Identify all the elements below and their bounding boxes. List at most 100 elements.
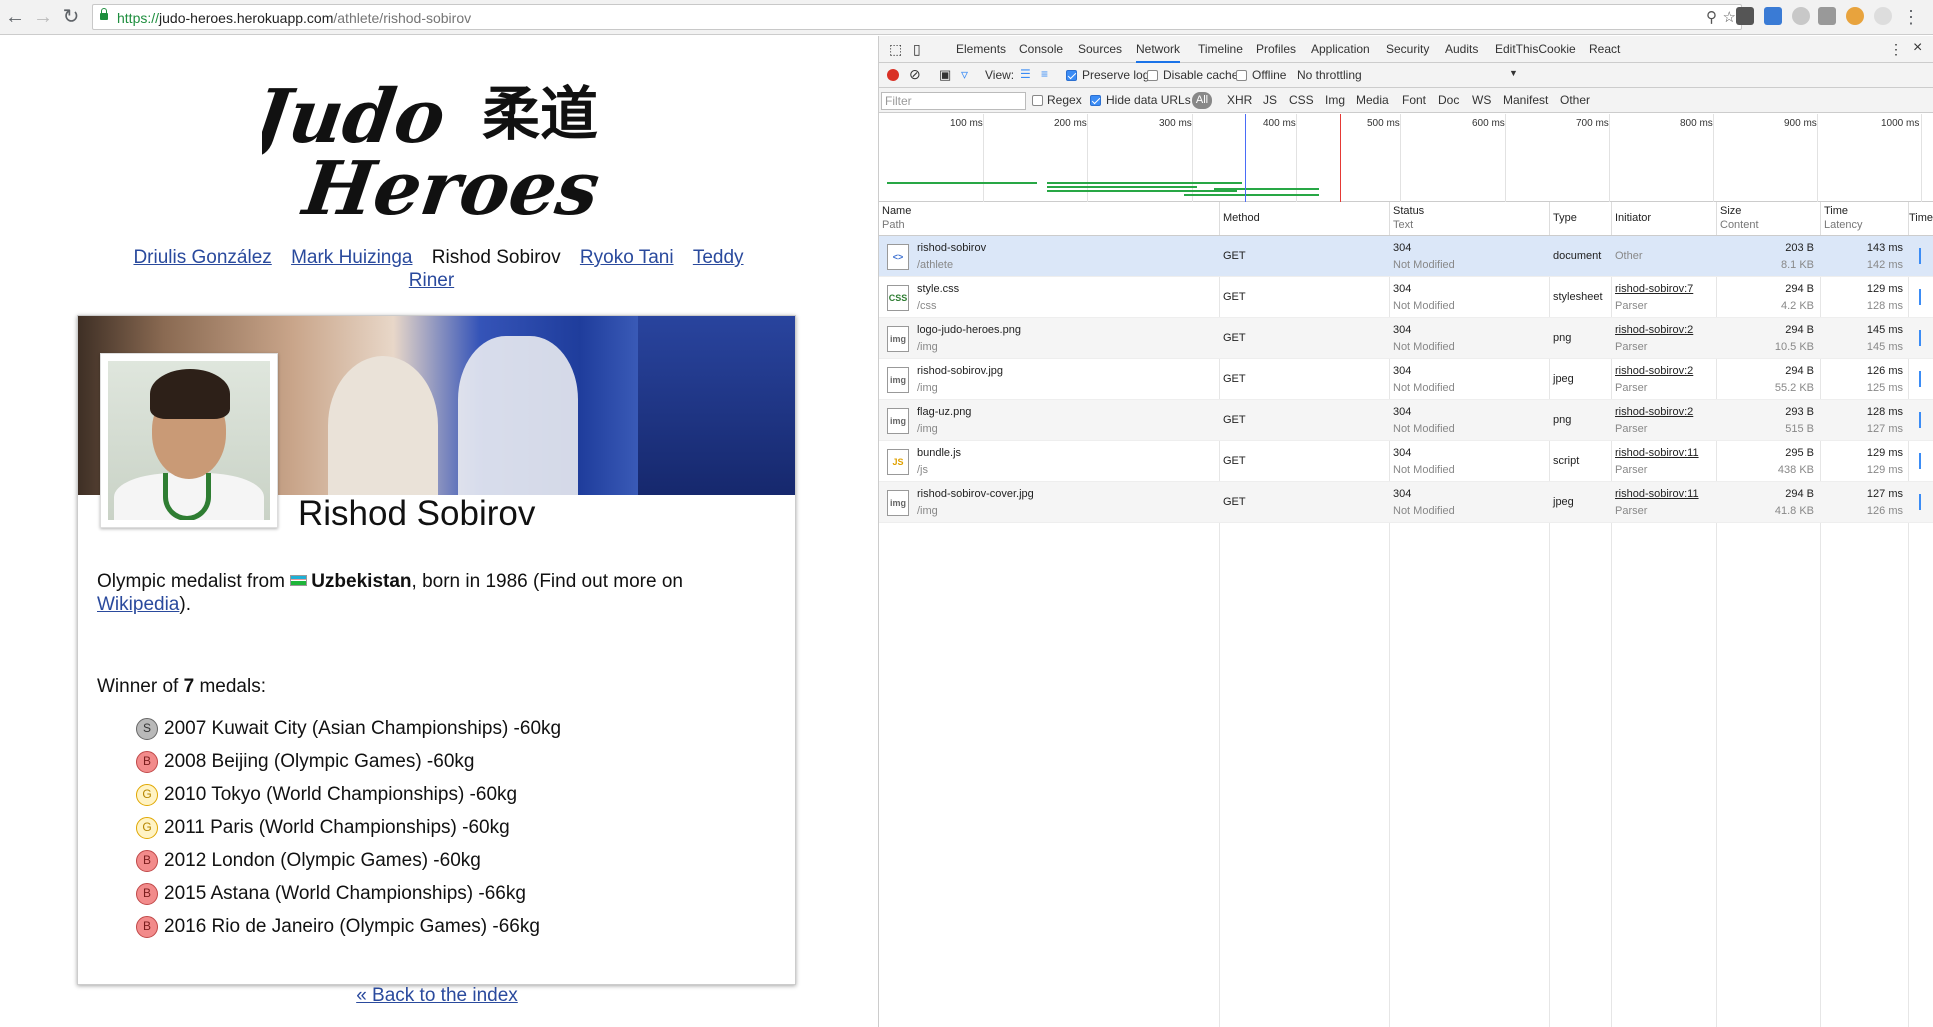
col-initiator[interactable]: Initiator bbox=[1615, 212, 1651, 224]
address-bar[interactable]: https://judo-heroes.herokuapp.com/athlet… bbox=[92, 4, 1742, 30]
regex-checkbox[interactable] bbox=[1032, 95, 1043, 106]
file-type-icon: <> bbox=[887, 244, 909, 270]
request-content-size: 8.1 KB bbox=[1780, 259, 1814, 271]
request-method: GET bbox=[1223, 373, 1246, 385]
tick-100ms: 100 ms bbox=[950, 118, 983, 129]
tab-editthiscookie[interactable]: EditThisCookie bbox=[1495, 42, 1576, 56]
preserve-log-checkbox[interactable] bbox=[1066, 70, 1077, 81]
settings-extension-icon[interactable] bbox=[1792, 7, 1810, 25]
medal-item: B 2016 Rio de Janeiro (Olympic Games) -66… bbox=[136, 910, 561, 943]
filter-xhr[interactable]: XHR bbox=[1227, 93, 1252, 107]
request-initiator: Other bbox=[1615, 250, 1643, 262]
request-row[interactable]: img flag-uz.png/img GET 304 Not Modified png r… bbox=[879, 400, 1933, 441]
nav-link-driulis-gonzalez[interactable]: Driulis González bbox=[133, 247, 271, 268]
tab-audits[interactable]: Audits bbox=[1445, 42, 1478, 56]
inspect-element-icon[interactable]: ⬚ bbox=[889, 41, 902, 58]
filter-img[interactable]: Img bbox=[1325, 93, 1345, 107]
col-status[interactable]: Status bbox=[1393, 205, 1424, 217]
waterfall-bar bbox=[1919, 371, 1921, 387]
tab-react[interactable]: React bbox=[1589, 42, 1620, 56]
devtools-menu-icon[interactable]: ⋮ bbox=[1889, 41, 1903, 58]
request-type: jpeg bbox=[1553, 496, 1574, 508]
tab-profiles[interactable]: Profiles bbox=[1256, 42, 1296, 56]
request-path: /athlete bbox=[917, 259, 954, 271]
col-time[interactable]: Time bbox=[1824, 205, 1848, 217]
nav-link-ryoko-tani[interactable]: Ryoko Tani bbox=[580, 247, 674, 268]
url-text[interactable]: https://judo-heroes.herokuapp.com/athlet… bbox=[117, 10, 471, 26]
clear-icon[interactable]: ⊘ bbox=[909, 66, 921, 83]
request-initiator-link[interactable]: rishod-sobirov:2 bbox=[1615, 365, 1693, 377]
back-to-index-link[interactable]: « Back to the index bbox=[356, 985, 518, 1006]
col-timeline[interactable]: Timel bbox=[1909, 212, 1933, 224]
request-status-text: Not Modified bbox=[1393, 259, 1455, 271]
back-arrow-icon[interactable]: ← bbox=[4, 6, 26, 28]
camera-icon[interactable]: ▣ bbox=[939, 67, 951, 83]
reload-icon[interactable]: ↻ bbox=[60, 6, 82, 28]
nav-link-mark-huizinga[interactable]: Mark Huizinga bbox=[291, 247, 412, 268]
filter-all[interactable]: All bbox=[1192, 92, 1212, 109]
judo-heroes-logo[interactable]: Judo 柔道 Heroes bbox=[262, 64, 612, 228]
filter-media[interactable]: Media bbox=[1356, 93, 1389, 107]
close-devtools-icon[interactable]: × bbox=[1913, 39, 1922, 57]
large-rows-icon[interactable]: ☰ bbox=[1020, 67, 1031, 81]
cookie-extension-icon[interactable] bbox=[1846, 7, 1864, 25]
col-size[interactable]: Size bbox=[1720, 205, 1741, 217]
hide-data-urls-checkbox[interactable] bbox=[1090, 95, 1101, 106]
offline-checkbox[interactable] bbox=[1236, 70, 1247, 81]
menu-dots-icon[interactable]: ⋮ bbox=[1900, 6, 1922, 28]
throttling-select[interactable]: No throttling bbox=[1297, 68, 1362, 82]
chevron-down-icon[interactable]: ▼ bbox=[1509, 68, 1518, 78]
request-row[interactable]: img logo-judo-heroes.png/img GET 304 Not Mod… bbox=[879, 318, 1933, 359]
request-row[interactable]: <> rishod-sobirov/athlete GET 304 Not Modifi… bbox=[879, 236, 1933, 277]
tab-console[interactable]: Console bbox=[1019, 42, 1063, 56]
filter-input[interactable]: Filter bbox=[881, 92, 1026, 110]
request-path: /css bbox=[917, 300, 937, 312]
filter-css[interactable]: CSS bbox=[1289, 93, 1314, 107]
record-icon[interactable] bbox=[887, 69, 899, 81]
filter-ws[interactable]: WS bbox=[1472, 93, 1491, 107]
wikipedia-link[interactable]: Wikipedia bbox=[97, 594, 179, 615]
request-row[interactable]: img rishod-sobirov-cover.jpg/img GET 304 Not… bbox=[879, 482, 1933, 523]
tab-elements[interactable]: Elements bbox=[956, 42, 1006, 56]
request-initiator-link[interactable]: rishod-sobirov:2 bbox=[1615, 324, 1693, 336]
extension-icon-2[interactable] bbox=[1818, 7, 1836, 25]
request-row[interactable]: img rishod-sobirov.jpg/img GET 304 Not Modif… bbox=[879, 359, 1933, 400]
offline-label: Offline bbox=[1252, 68, 1287, 82]
request-initiator-link[interactable]: rishod-sobirov:2 bbox=[1615, 406, 1693, 418]
request-row[interactable]: CSS style.css/css GET 304 Not Modified styles… bbox=[879, 277, 1933, 318]
col-type[interactable]: Type bbox=[1553, 212, 1577, 224]
request-initiator-link[interactable]: rishod-sobirov:7 bbox=[1615, 283, 1693, 295]
tab-network[interactable]: Network bbox=[1136, 42, 1181, 63]
bookmark-star-icon[interactable]: ☆ bbox=[1723, 8, 1736, 26]
filter-icon[interactable]: ▿ bbox=[961, 66, 968, 83]
tab-security[interactable]: Security bbox=[1386, 42, 1429, 56]
overview-icon[interactable]: ≡ bbox=[1041, 67, 1048, 81]
extension-icon[interactable] bbox=[1764, 7, 1782, 25]
device-mode-icon[interactable]: ▯ bbox=[913, 41, 921, 58]
filter-manifest[interactable]: Manifest bbox=[1503, 93, 1548, 107]
request-initiator-link[interactable]: rishod-sobirov:11 bbox=[1615, 447, 1699, 459]
filter-font[interactable]: Font bbox=[1402, 93, 1426, 107]
request-status: 304 bbox=[1393, 283, 1412, 295]
col-method[interactable]: Method bbox=[1223, 212, 1260, 224]
filter-doc[interactable]: Doc bbox=[1438, 93, 1459, 107]
network-overview-timeline: 100 ms 200 ms 300 ms 400 ms 500 ms 600 m… bbox=[879, 114, 1933, 202]
tab-application[interactable]: Application bbox=[1311, 42, 1370, 56]
tab-sources[interactable]: Sources bbox=[1078, 42, 1122, 56]
request-latency: 127 ms bbox=[1866, 423, 1903, 435]
col-name[interactable]: Name bbox=[882, 205, 911, 217]
tab-timeline[interactable]: Timeline bbox=[1198, 42, 1243, 56]
filter-js[interactable]: JS bbox=[1263, 93, 1277, 107]
filter-other[interactable]: Other bbox=[1560, 93, 1590, 107]
pocket-extension-icon[interactable] bbox=[1736, 7, 1754, 25]
profile-extension-icon[interactable] bbox=[1874, 7, 1892, 25]
waterfall-bar bbox=[1919, 453, 1921, 469]
request-row[interactable]: JS bundle.js/js GET 304 Not Modified script ri… bbox=[879, 441, 1933, 482]
bronze-medal-icon: B bbox=[136, 882, 158, 905]
request-size: 203 B bbox=[1785, 242, 1814, 254]
waterfall-bar bbox=[1919, 494, 1921, 510]
disable-cache-checkbox[interactable] bbox=[1147, 70, 1158, 81]
forward-arrow-icon[interactable]: → bbox=[32, 6, 54, 28]
zoom-icon[interactable]: ⚲ bbox=[1706, 8, 1717, 26]
request-initiator-link[interactable]: rishod-sobirov:11 bbox=[1615, 488, 1699, 500]
